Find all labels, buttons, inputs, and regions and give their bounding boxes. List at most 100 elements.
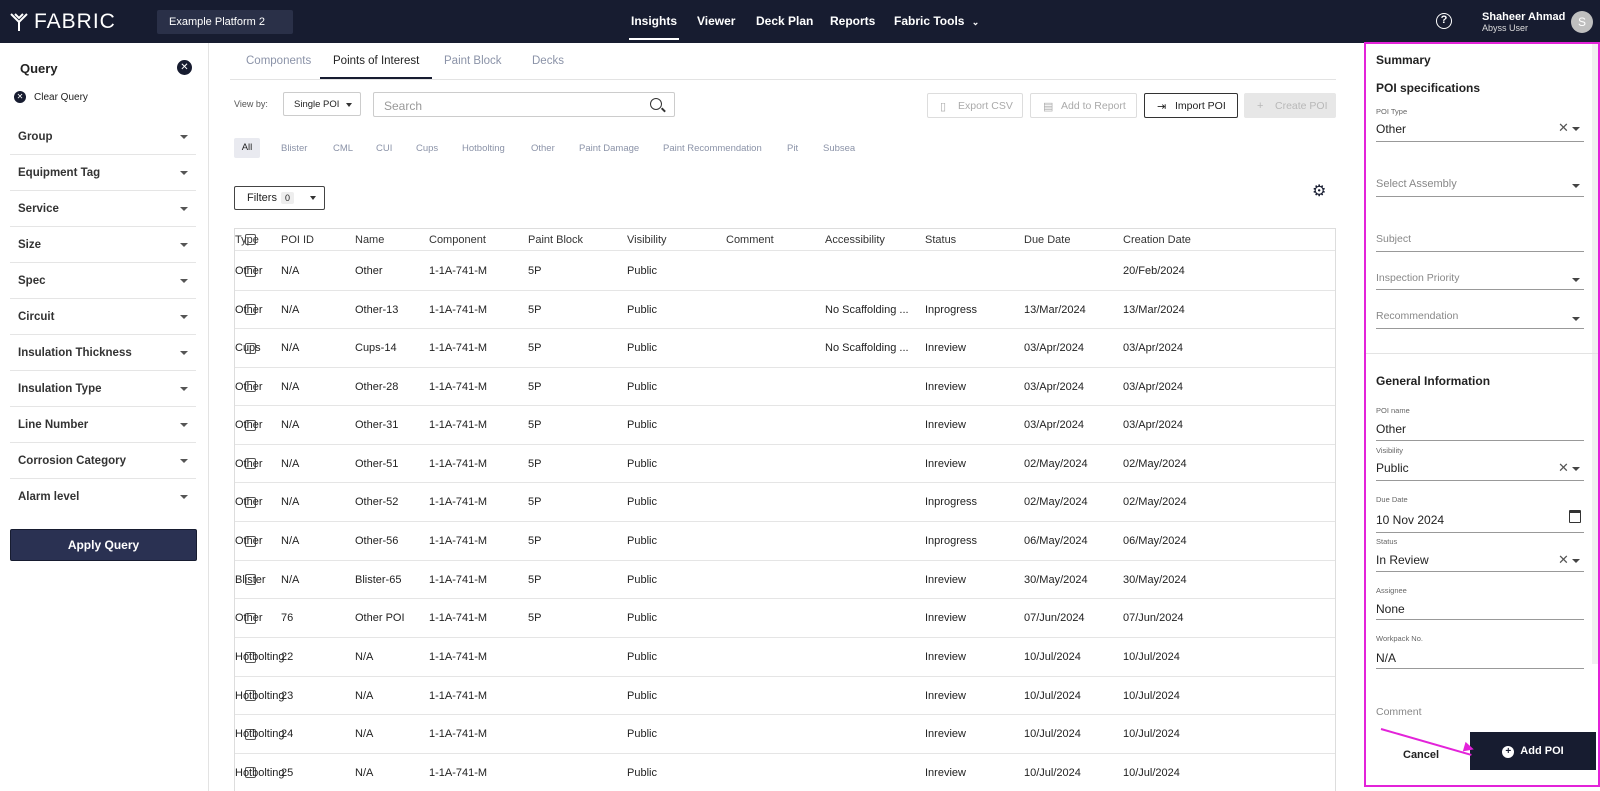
chevron-down-icon[interactable]: [1572, 184, 1580, 188]
table-row[interactable]: N/A Other-13 1-1A-741-M 5P Public No Scaffold…: [235, 291, 1335, 329]
column-header[interactable]: POI ID: [281, 229, 314, 250]
status-select[interactable]: In Review: [1376, 553, 1429, 567]
view-by-value: Single POI: [294, 99, 340, 110]
table-row[interactable]: N/A Blister-65 1-1A-741-M 5P Public Inreview 3…: [235, 561, 1335, 599]
avatar[interactable]: S: [1571, 11, 1593, 33]
chip-cups[interactable]: Cups: [416, 143, 438, 154]
nav-deck-plan[interactable]: Deck Plan: [756, 14, 813, 28]
column-header[interactable]: Visibility: [627, 229, 667, 250]
add-poi-button[interactable]: + Add POI: [1470, 732, 1596, 770]
close-icon[interactable]: ✕: [177, 60, 192, 75]
platform-selector[interactable]: Example Platform 2: [157, 10, 293, 34]
import-poi-button[interactable]: ⇥ Import POI: [1144, 93, 1238, 118]
query-item-equipment-tag[interactable]: Equipment Tag: [10, 155, 196, 191]
calendar-icon[interactable]: [1569, 510, 1581, 523]
column-header[interactable]: Accessibility: [825, 229, 885, 250]
chip-other[interactable]: Other: [531, 143, 555, 154]
tab-components[interactable]: Components: [246, 55, 311, 67]
chip-cml[interactable]: CML: [333, 143, 353, 154]
cancel-button[interactable]: Cancel: [1403, 749, 1439, 761]
field-underline: [1376, 668, 1584, 669]
table-row[interactable]: 24 N/A 1-1A-741-M Public Inreview 10/Jul/2024…: [235, 715, 1335, 754]
query-item-insulation-type[interactable]: Insulation Type: [10, 371, 196, 407]
table-row[interactable]: N/A Other-51 1-1A-741-M 5P Public Inreview 02/…: [235, 445, 1335, 483]
table-row[interactable]: N/A Other-52 1-1A-741-M 5P Public Inprogress 0…: [235, 483, 1335, 522]
column-header[interactable]: Due Date: [1024, 229, 1070, 250]
chevron-down-icon[interactable]: [1572, 467, 1580, 471]
table-row[interactable]: N/A Cups-14 1-1A-741-M 5P Public No Scaffoldi…: [235, 329, 1335, 368]
query-item-line-number[interactable]: Line Number: [10, 407, 196, 443]
query-item-circuit[interactable]: Circuit: [10, 299, 196, 335]
query-item-group[interactable]: Group: [10, 119, 196, 155]
panel-scrollbar[interactable]: [1592, 44, 1598, 664]
table-row[interactable]: 23 N/A 1-1A-741-M Public Inreview 10/Jul/2024…: [235, 677, 1335, 715]
column-header[interactable]: Name: [355, 229, 384, 250]
help-icon[interactable]: ?: [1436, 13, 1452, 29]
table-row[interactable]: N/A Other-28 1-1A-741-M 5P Public Inreview 03/…: [235, 368, 1335, 406]
assignee-select[interactable]: None: [1376, 602, 1405, 616]
chip-blister[interactable]: Blister: [281, 143, 307, 154]
nav-viewer[interactable]: Viewer: [697, 14, 735, 28]
table-row[interactable]: N/A Other 1-1A-741-M 5P Public 20/Feb/2024 Oth…: [235, 252, 1335, 291]
table-row[interactable]: 76 Other POI 1-1A-741-M 5P Public Inreview 07/…: [235, 599, 1335, 638]
column-header[interactable]: Paint Block: [528, 229, 583, 250]
chevron-down-icon[interactable]: [1572, 278, 1580, 282]
poi-type-select[interactable]: Other: [1376, 122, 1406, 136]
chevron-down-icon[interactable]: [1572, 317, 1580, 321]
query-item-spec[interactable]: Spec: [10, 263, 196, 299]
inspection-priority-select[interactable]: Inspection Priority: [1376, 272, 1459, 284]
visibility-select[interactable]: Public: [1376, 461, 1409, 475]
table-row[interactable]: N/A Other-31 1-1A-741-M 5P Public Inreview 03/…: [235, 406, 1335, 445]
table-row[interactable]: 25 N/A 1-1A-741-M Public Inreview 10/Jul/2024…: [235, 754, 1335, 791]
chip-pit[interactable]: Pit: [787, 143, 798, 154]
table-row[interactable]: 22 N/A 1-1A-741-M Public Inreview 10/Jul/2024…: [235, 638, 1335, 677]
subject-input[interactable]: Subject: [1376, 233, 1411, 245]
nav-insights[interactable]: Insights: [631, 14, 677, 28]
clear-icon[interactable]: ✕: [1558, 460, 1569, 476]
chip-subsea[interactable]: Subsea: [823, 143, 855, 154]
workpack-input[interactable]: N/A: [1376, 651, 1396, 665]
query-item-service[interactable]: Service: [10, 191, 196, 227]
tab-paint-block[interactable]: Paint Block: [444, 55, 502, 67]
chip-all[interactable]: All: [234, 138, 260, 158]
chip-hotbolting[interactable]: Hotbolting: [462, 143, 505, 154]
column-header[interactable]: Component: [429, 229, 486, 250]
column-header[interactable]: Creation Date: [1123, 229, 1191, 250]
assembly-select[interactable]: Select Assembly: [1376, 178, 1457, 190]
table-cell: Other: [235, 535, 263, 547]
fabric-logo[interactable]: FABRIC: [10, 10, 116, 34]
search-input[interactable]: Search: [373, 92, 675, 117]
query-item-size[interactable]: Size: [10, 227, 196, 263]
column-header[interactable]: Type: [235, 229, 259, 250]
recommendation-select[interactable]: Recommendation: [1376, 310, 1458, 322]
table-cell: Public: [627, 651, 657, 663]
table-row[interactable]: N/A Other-56 1-1A-741-M 5P Public Inprogress 0…: [235, 522, 1335, 561]
column-header[interactable]: Status: [925, 229, 956, 250]
chip-cui[interactable]: CUI: [376, 143, 392, 154]
poi-name-input[interactable]: Other: [1376, 422, 1406, 436]
chip-paint-recommendation[interactable]: Paint Recommendation: [663, 143, 762, 154]
chevron-down-icon[interactable]: [1572, 559, 1580, 563]
filters-button[interactable]: Filters 0: [234, 186, 325, 210]
create-poi-button[interactable]: + Create POI: [1244, 93, 1336, 118]
column-header[interactable]: Comment: [726, 229, 774, 250]
view-by-select[interactable]: Single POI: [283, 92, 361, 116]
apply-query-button[interactable]: Apply Query: [10, 529, 197, 561]
clear-query-button[interactable]: ✕ Clear Query: [14, 91, 88, 103]
tab-decks[interactable]: Decks: [532, 55, 564, 67]
comment-input[interactable]: Comment: [1376, 706, 1422, 718]
query-item-corrosion-category[interactable]: Corrosion Category: [10, 443, 196, 479]
add-to-report-button[interactable]: ▤ Add to Report: [1030, 93, 1137, 118]
chip-paint-damage[interactable]: Paint Damage: [579, 143, 639, 154]
chevron-down-icon[interactable]: [1572, 127, 1580, 131]
gear-icon[interactable]: ⚙: [1312, 181, 1326, 201]
query-item-insulation-thickness[interactable]: Insulation Thickness: [10, 335, 196, 371]
nav-reports[interactable]: Reports: [830, 14, 875, 28]
clear-icon[interactable]: ✕: [1558, 552, 1569, 568]
query-item-alarm-level[interactable]: Alarm level: [10, 479, 196, 515]
due-date-input[interactable]: 10 Nov 2024: [1376, 513, 1444, 527]
export-csv-button[interactable]: ▯ Export CSV: [927, 93, 1023, 118]
clear-icon[interactable]: ✕: [1558, 120, 1569, 136]
nav-fabric-tools[interactable]: Fabric Tools ⌄: [894, 14, 979, 28]
tab-points-of-interest[interactable]: Points of Interest: [333, 55, 419, 67]
